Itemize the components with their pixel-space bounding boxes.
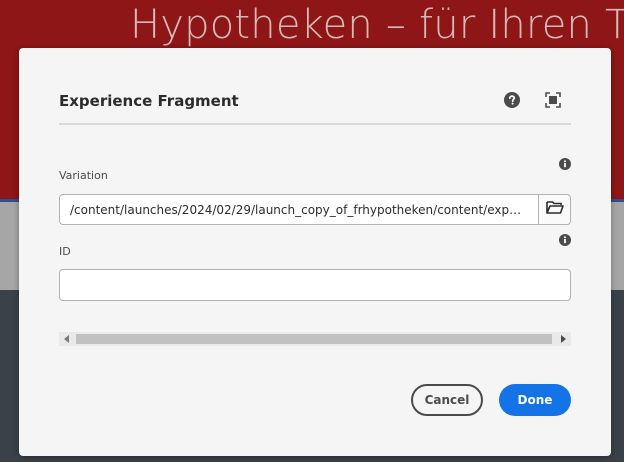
scrollbar-thumb[interactable] (76, 334, 552, 344)
variation-path-field[interactable]: /content/launches/2024/02/29/launch_copy… (59, 194, 539, 225)
done-button[interactable]: Done (499, 384, 571, 416)
help-icon[interactable] (504, 92, 520, 108)
folder-icon (545, 200, 564, 219)
scroll-right-arrow-icon[interactable] (555, 332, 571, 346)
variation-path-value: /content/launches/2024/02/29/launch_copy… (70, 202, 528, 217)
id-label: ID (59, 245, 71, 258)
cancel-button[interactable]: Cancel (411, 384, 483, 416)
hero-title: Hypotheken – für Ihren Traum (130, 2, 624, 48)
browse-path-button[interactable] (539, 194, 571, 225)
dialog-title: Experience Fragment (59, 92, 239, 110)
horizontal-scrollbar[interactable] (59, 332, 571, 346)
info-icon[interactable] (559, 233, 571, 246)
experience-fragment-dialog: Experience Fragment Variation /content/l… (19, 48, 611, 456)
scroll-left-arrow-icon[interactable] (59, 332, 75, 346)
variation-label: Variation (59, 169, 108, 182)
info-icon[interactable] (559, 157, 571, 170)
id-field[interactable] (59, 269, 571, 301)
fullscreen-icon[interactable] (545, 92, 561, 108)
dialog-header-divider (59, 123, 571, 125)
